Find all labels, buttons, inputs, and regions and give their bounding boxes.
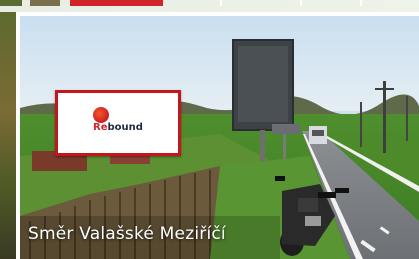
brand-prefix: Re bbox=[93, 122, 108, 133]
map-road-line bbox=[300, 0, 302, 6]
map-road-line bbox=[220, 0, 222, 6]
top-thumbnail-strip[interactable] bbox=[0, 0, 419, 12]
map-road-line bbox=[360, 0, 362, 6]
thumbnail-image[interactable] bbox=[30, 0, 60, 6]
billboard-brand-text: Rebound bbox=[58, 122, 178, 133]
rebound-billboard: Rebound bbox=[55, 90, 181, 156]
brand-suffix: bound bbox=[107, 122, 143, 133]
previous-photo-edge[interactable] bbox=[0, 12, 16, 259]
thumbnail-image[interactable] bbox=[0, 0, 22, 6]
photo-card[interactable]: Rebound Směr Valašské Meziříčí bbox=[20, 16, 419, 259]
active-indicator-bar bbox=[70, 0, 163, 6]
photo-caption: Směr Valašské Meziříčí bbox=[28, 224, 226, 244]
rebound-logo-icon bbox=[93, 107, 109, 123]
